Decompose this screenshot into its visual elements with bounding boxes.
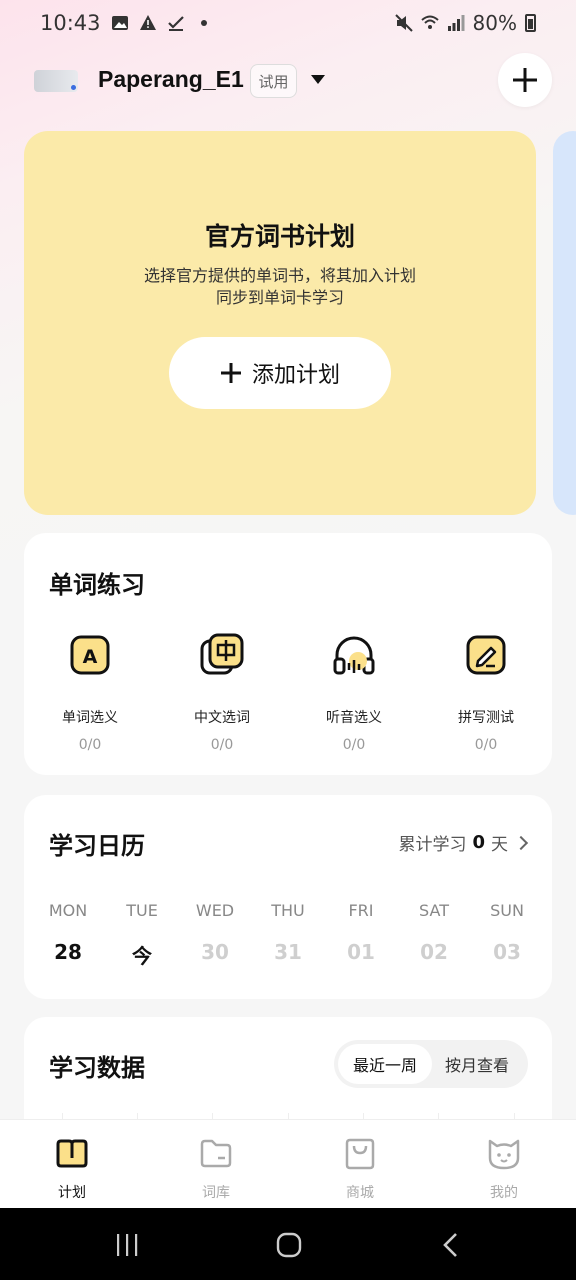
practice-label: 中文选词 xyxy=(194,710,250,726)
day-name: THU xyxy=(271,901,305,920)
practice-label: 单词选义 xyxy=(62,710,118,726)
status-bar: 10:43 80% xyxy=(0,0,576,46)
warning-icon xyxy=(139,15,156,30)
practice-item-listening[interactable]: 听音选义 0/0 xyxy=(288,633,420,753)
header: Paperang_E1 试用 xyxy=(0,52,576,112)
practice-count: 0/0 xyxy=(474,737,498,753)
day-name: SAT xyxy=(419,901,449,920)
summary-days: 0 xyxy=(472,832,485,853)
device-thumbnail[interactable] xyxy=(34,70,78,92)
practice-label: 拼写测试 xyxy=(458,710,514,726)
calendar-summary-link[interactable]: 累计学习 0 天 xyxy=(398,830,529,855)
day-number: 03 xyxy=(493,940,521,964)
chevron-right-icon xyxy=(513,835,529,850)
day-name: WED xyxy=(195,901,235,920)
data-title: 学习数据 xyxy=(49,1054,145,1082)
add-plan-button[interactable]: 添加计划 xyxy=(169,337,391,409)
recent-apps-icon[interactable] xyxy=(114,1232,140,1258)
nav-label: 商城 xyxy=(346,1185,374,1201)
practice-title: 单词练习 xyxy=(49,571,145,599)
letter-a-icon: A xyxy=(70,635,110,675)
back-icon[interactable] xyxy=(438,1232,464,1258)
book-icon xyxy=(56,1139,88,1168)
word-practice-card: 单词练习 A 单词选义 0/0 中文选词 0/0 听音选义 0/0 拼写测试 0… xyxy=(24,533,552,775)
practice-item-word-meaning[interactable]: A 单词选义 0/0 xyxy=(24,633,156,753)
day-number: 01 xyxy=(347,940,375,964)
headphones-icon xyxy=(333,636,375,675)
status-time: 10:43 xyxy=(40,11,101,35)
plan-description: 选择官方提供的单词书，将其加入计划 同步到单词卡学习 xyxy=(24,265,536,309)
signal-icon xyxy=(447,15,465,31)
day-name: SUN xyxy=(490,901,524,920)
mute-icon xyxy=(394,14,413,32)
svg-text:A: A xyxy=(83,646,98,668)
day-number: 28 xyxy=(54,940,82,964)
period-toggle: 最近一周 按月查看 xyxy=(334,1040,528,1088)
practice-item-chinese-word[interactable]: 中文选词 0/0 xyxy=(156,633,288,753)
nav-item-wordbank[interactable]: 词库 xyxy=(176,1136,256,1202)
calendar-day[interactable]: THU 31 xyxy=(258,901,318,964)
day-number: 02 xyxy=(420,940,448,964)
calendar-day[interactable]: FRI 01 xyxy=(331,901,391,964)
practice-label: 听音选义 xyxy=(326,710,382,726)
practice-count: 0/0 xyxy=(78,737,102,753)
plan-title: 官方词书计划 xyxy=(204,222,355,251)
nav-item-plan[interactable]: 计划 xyxy=(32,1136,112,1202)
toggle-by-month[interactable]: 按月查看 xyxy=(430,1044,524,1084)
dot-icon xyxy=(200,20,207,26)
day-number: 31 xyxy=(274,940,302,964)
dropdown-triangle-icon[interactable] xyxy=(311,75,325,84)
add-device-button[interactable] xyxy=(498,53,552,107)
study-calendar-card: 学习日历 累计学习 0 天 MON 28 TUE 今 WED 30 THU 31… xyxy=(24,795,552,999)
calendar-day[interactable]: WED 30 xyxy=(185,901,245,964)
gallery-icon xyxy=(111,16,128,30)
official-plan-card: 官方词书计划 选择官方提供的单词书，将其加入计划 同步到单词卡学习 添加计划 xyxy=(24,131,536,515)
summary-suffix: 天 xyxy=(491,835,508,855)
plan-desc-line1: 选择官方提供的单词书，将其加入计划 xyxy=(143,266,416,285)
home-icon[interactable] xyxy=(276,1232,302,1258)
calendar-day[interactable]: MON 28 xyxy=(38,901,98,964)
day-number: 今 xyxy=(132,944,152,968)
plus-icon xyxy=(513,68,537,92)
plus-icon xyxy=(220,363,241,383)
cat-icon xyxy=(488,1139,520,1170)
wifi-icon xyxy=(420,15,439,29)
calendar-title: 学习日历 xyxy=(49,832,145,860)
trial-badge: 试用 xyxy=(250,64,297,98)
pencil-icon xyxy=(466,635,506,675)
battery-icon xyxy=(525,14,536,32)
bottom-navigation: 计划 词库 商城 我的 xyxy=(0,1119,576,1208)
folder-icon xyxy=(200,1139,232,1168)
task-done-icon xyxy=(167,16,184,31)
system-navigation-bar xyxy=(0,1208,576,1280)
summary-prefix: 累计学习 xyxy=(398,835,467,855)
nav-item-store[interactable]: 商城 xyxy=(320,1136,400,1202)
day-name: TUE xyxy=(126,901,158,920)
nav-item-mine[interactable]: 我的 xyxy=(464,1136,544,1202)
calendar-day[interactable]: SUN 03 xyxy=(477,901,537,964)
nav-label: 计划 xyxy=(58,1185,86,1201)
day-name: FRI xyxy=(348,901,374,920)
practice-count: 0/0 xyxy=(342,737,366,753)
shopping-bag-icon xyxy=(345,1138,375,1170)
next-plan-card-peek[interactable] xyxy=(553,131,576,515)
day-number: 30 xyxy=(201,940,229,964)
battery-percent: 80% xyxy=(472,11,517,35)
nav-label: 我的 xyxy=(490,1185,518,1201)
nav-label: 词库 xyxy=(202,1185,230,1201)
plan-desc-line2: 同步到单词卡学习 xyxy=(215,288,344,307)
practice-item-spelling[interactable]: 拼写测试 0/0 xyxy=(420,633,552,753)
day-name: MON xyxy=(48,901,88,920)
toggle-recent-week[interactable]: 最近一周 xyxy=(338,1044,432,1084)
practice-count: 0/0 xyxy=(210,737,234,753)
chinese-char-icon xyxy=(200,633,244,675)
device-name[interactable]: Paperang_E1 xyxy=(98,66,244,93)
add-plan-label: 添加计划 xyxy=(251,363,340,388)
calendar-day[interactable]: SAT 02 xyxy=(404,901,464,964)
calendar-day[interactable]: TUE 今 xyxy=(112,901,172,969)
